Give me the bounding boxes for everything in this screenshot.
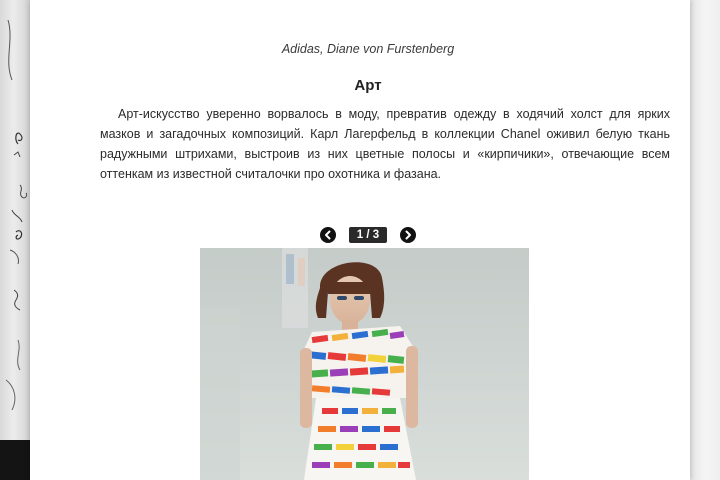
gallery-counter: 1 / 3	[348, 227, 388, 243]
background-dark-block	[0, 440, 30, 480]
sketch-illustration	[5, 19, 28, 411]
section-title: Арт	[354, 77, 382, 94]
article-card: Adidas, Diane von Furstenberg Арт Арт-ис…	[30, 0, 690, 480]
gallery-next-button[interactable]	[399, 227, 416, 243]
article-paragraph: Арт-искусство уверенно ворвалось в моду,…	[100, 107, 670, 181]
image-caption: Adidas, Diane von Furstenberg	[281, 42, 455, 56]
gallery-photo[interactable]	[200, 248, 529, 480]
gallery-controls: 1 / 3	[320, 226, 416, 244]
page-viewport: Adidas, Diane von Furstenberg Арт Арт-ис…	[0, 0, 720, 480]
background-right	[690, 0, 720, 480]
runway-model-image	[200, 248, 529, 480]
gallery-prev-button[interactable]	[320, 227, 336, 243]
chevron-left-icon	[325, 230, 331, 240]
chevron-right-icon	[405, 230, 411, 240]
background-illustration-left	[0, 0, 30, 480]
